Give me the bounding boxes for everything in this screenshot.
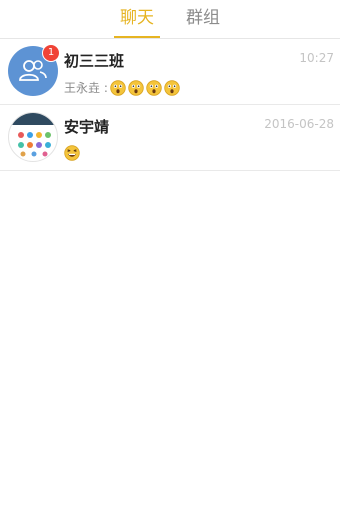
tab-chat[interactable]: 聊天 — [114, 7, 160, 38]
group-icon — [19, 60, 47, 81]
tab-groups[interactable]: 群组 — [180, 7, 226, 38]
conversation-time: 10:27 — [299, 51, 334, 65]
conversation-row-contact[interactable]: 安宇靖 2016-06-28 — [0, 105, 340, 171]
message-preview — [64, 145, 80, 161]
conversation-row-class[interactable]: 1 初三三班 10:27 王永垚 : — [0, 39, 340, 105]
grinning-squint-emoji — [64, 145, 80, 161]
conversation-list: 1 初三三班 10:27 王永垚 : 安宇靖 2016-06-28 — [0, 39, 340, 171]
unread-badge: 1 — [42, 44, 60, 62]
message-preview: 王永垚 : — [64, 79, 180, 96]
avatar — [8, 112, 58, 162]
tab-bar: 聊天 群组 — [0, 0, 340, 39]
conversation-name: 初三三班 — [64, 52, 125, 70]
astonished-face-emoji — [146, 79, 162, 96]
astonished-face-emoji — [110, 79, 126, 96]
conversation-name: 安宇靖 — [64, 118, 110, 136]
app-grid-avatar — [9, 113, 57, 157]
sender-name: 王永垚 : — [64, 81, 108, 95]
astonished-face-emoji — [164, 79, 180, 96]
astonished-face-emoji — [128, 79, 144, 96]
conversation-time: 2016-06-28 — [264, 117, 334, 131]
